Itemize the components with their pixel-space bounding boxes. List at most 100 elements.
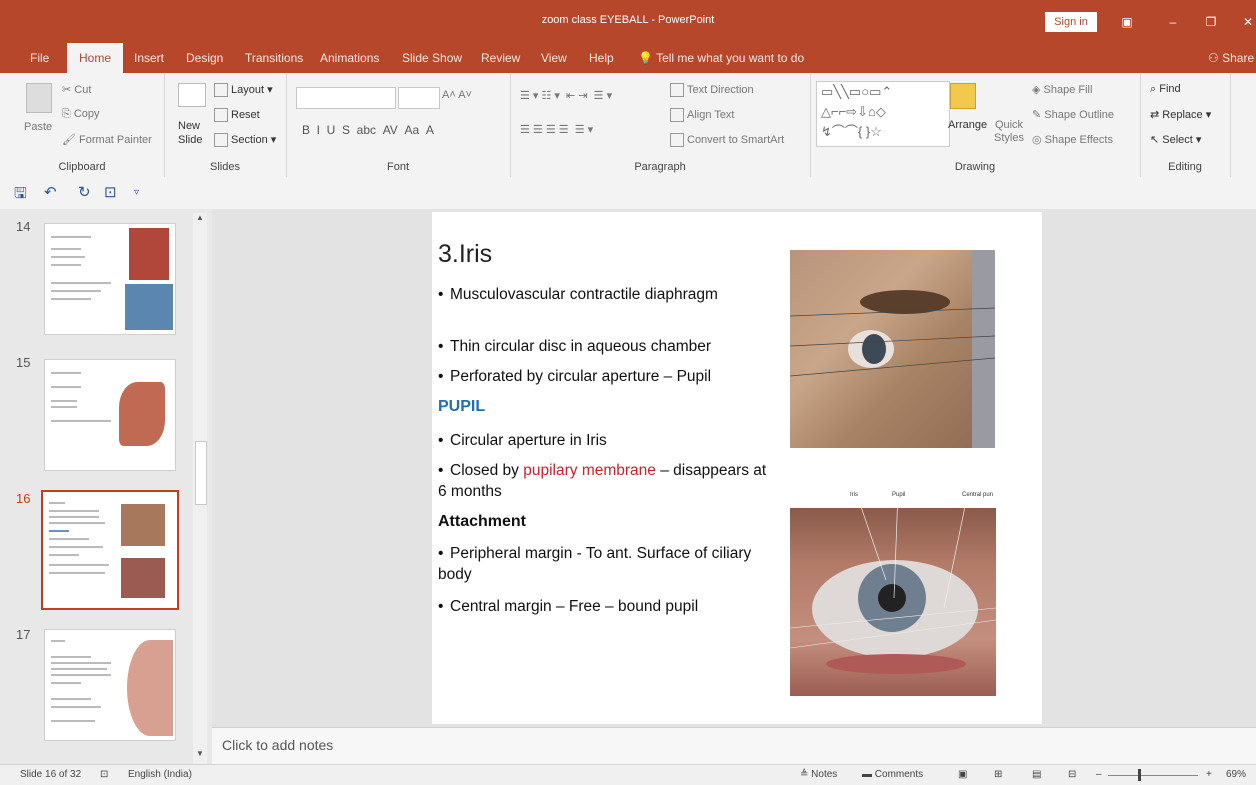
user-icon: ⚇ [1208,51,1219,65]
shape-outline-button[interactable]: ✎ Shape Outline [1032,108,1114,121]
thumbnail-image [119,382,165,446]
convert-smartart-button[interactable]: Convert to SmartArt [670,133,784,147]
align-text-button[interactable]: Align Text [670,108,735,122]
scissors-icon: ✂ [62,84,75,96]
slide-title[interactable]: 3.Iris [438,240,492,269]
quick-styles-button[interactable]: Quick Styles [994,119,1024,145]
tab-slide-show[interactable]: Slide Show [402,51,462,65]
zoom-slider-thumb[interactable] [1138,769,1141,781]
sign-in-button[interactable]: Sign in [1045,12,1097,32]
arrange-button[interactable]: Arrange [948,119,987,131]
language-indicator[interactable]: English (India) [128,769,192,780]
slide-canvas[interactable]: 3.Iris • Musculovascular contractile diap… [432,212,1042,724]
replace-button[interactable]: ⇄ Replace ▾ [1150,108,1211,121]
pen-icon: ✎ [1032,109,1045,121]
drawing-group: ▭╲╲▭○▭⌃ △⌐⌐⇨⇩⌂◇ ↯⌒⌒{ }☆ Arrange Quick Styl… [810,73,1141,177]
spellcheck-icon[interactable]: ⊡ [100,769,108,780]
tab-design[interactable]: Design [186,51,223,65]
align-icons[interactable]: ☰ ☰ ☰ ☰ ☰ ▾ [520,123,593,136]
slide-thumbnail-17[interactable] [44,629,176,741]
bullet-item[interactable]: • Central margin – Free – bound pupil [438,596,768,617]
layout-button[interactable]: Layout ▾ [214,83,273,98]
tab-transitions[interactable]: Transitions [245,51,303,65]
attachment-heading[interactable]: Attachment [438,513,526,531]
list-icons[interactable]: ☰ ▾ ☷ ▾ ⇤ ⇥ ☰ ▾ [520,89,612,102]
normal-view-icon[interactable]: ▣ [958,769,967,780]
slide-thumbnail-16[interactable] [41,490,179,610]
comments-button[interactable]: ▬ Comments [862,769,923,780]
cut-button[interactable]: ✂ Cut [62,83,91,96]
thumbnail-scrollbar[interactable]: ▲ ▼ [193,213,207,764]
reset-button[interactable]: Reset [214,108,260,122]
font-name-select[interactable] [296,87,396,109]
minimize-icon[interactable]: – [1163,12,1183,32]
bullet-item[interactable]: • Peripheral margin - To ant. Surface of … [438,543,768,585]
notes-placeholder[interactable]: Click to add notes [222,737,333,753]
tab-animations[interactable]: Animations [320,51,379,65]
slide-sorter-icon[interactable]: ⊞ [994,769,1002,780]
shapes-gallery[interactable]: ▭╲╲▭○▭⌃ △⌐⌐⇨⇩⌂◇ ↯⌒⌒{ }☆ [816,81,950,147]
reading-view-icon[interactable]: ▤ [1032,769,1041,780]
new-slide-button[interactable]: New Slide [178,119,218,147]
share-button[interactable]: ⚇ Share [1208,51,1254,65]
format-painter-button[interactable]: 🖌 Format Painter [62,133,152,146]
thumbnail-image [127,640,173,736]
shape-effects-button[interactable]: ◎ Shape Effects [1032,133,1113,146]
convert-smartart-label: Convert to SmartArt [687,133,785,146]
tab-view[interactable]: View [541,51,567,65]
font-grow-icon[interactable]: A˄ A˅ [442,89,472,101]
customize-qat-icon[interactable]: ▿ [134,187,139,198]
save-icon[interactable]: 🖫 [14,183,27,208]
brush-icon: 🖌 [62,134,80,146]
shape-fill-button[interactable]: ◈ Shape Fill [1032,83,1092,96]
eye-front-view-image[interactable] [790,508,996,696]
text-direction-button[interactable]: Text Direction [670,83,754,97]
find-button[interactable]: ⌕ Find [1150,83,1181,96]
scroll-down-icon[interactable]: ▼ [193,749,207,763]
font-size-select[interactable] [398,87,440,109]
paste-button[interactable]: Paste [24,121,52,133]
slides-group-label: Slides [210,161,240,173]
start-slideshow-icon[interactable]: ⊡ [104,183,117,201]
tab-file[interactable]: File [30,51,49,65]
quick-access-toolbar: 🖫 ↶ ↻ ⊡ ▿ [0,177,1256,209]
tab-home[interactable]: Home [67,43,124,73]
redo-icon[interactable]: ↻ [78,183,91,201]
zoom-slider[interactable] [1108,775,1198,776]
bullet-item[interactable]: • Thin circular disc in aqueous chamber [438,336,768,357]
copy-button[interactable]: ⎘ Copy [62,108,100,121]
bullet-item[interactable]: • Musculovascular contractile diaphragm [438,284,768,305]
tab-insert[interactable]: Insert [134,51,164,65]
ribbon-display-icon[interactable]: ▣ [1117,12,1137,32]
section-button[interactable]: Section ▾ [214,133,276,148]
restore-icon[interactable]: ❐ [1201,12,1221,32]
eye-side-view-image[interactable] [790,250,995,448]
bullet-item[interactable]: • Perforated by circular aperture – Pupil [438,366,768,387]
notes-pane[interactable]: Click to add notes [212,727,1256,765]
zoom-level[interactable]: 69% [1226,769,1246,780]
tell-me-search[interactable]: 💡 Tell me what you want to do [638,51,804,65]
zoom-out-icon[interactable]: – [1096,769,1102,780]
notes-button[interactable]: ≜ Notes [800,769,837,780]
slide-number: 16 [16,491,31,506]
zoom-in-icon[interactable]: + [1206,769,1212,780]
scrollbar-thumb[interactable] [195,441,207,505]
pupil-heading[interactable]: PUPIL [438,398,485,416]
central-label: Central pun [962,492,994,498]
cut-label: Cut [74,84,92,96]
select-button[interactable]: ↖ Select ▾ [1150,133,1201,146]
bold-italic-underline-icons[interactable]: B I U S abc AV Aa A [302,123,434,137]
scroll-up-icon[interactable]: ▲ [193,213,207,227]
find-label: Find [1159,83,1181,95]
close-icon[interactable]: ✕ [1238,12,1256,32]
tab-review[interactable]: Review [481,51,520,65]
tab-help[interactable]: Help [589,51,614,65]
font-group: A˄ A˅ B I U S abc AV Aa A Font [286,73,511,177]
slideshow-view-icon[interactable]: ⊟ [1068,769,1076,780]
bullet-item[interactable]: • Circular aperture in Iris [438,430,768,451]
slide-thumbnail-14[interactable] [44,223,176,335]
undo-icon[interactable]: ↶ [44,183,57,201]
notes-label: Notes [811,769,838,780]
bullet-item[interactable]: • Closed by pupilary membrane – disappear… [438,460,768,502]
slide-thumbnail-15[interactable] [44,359,176,471]
